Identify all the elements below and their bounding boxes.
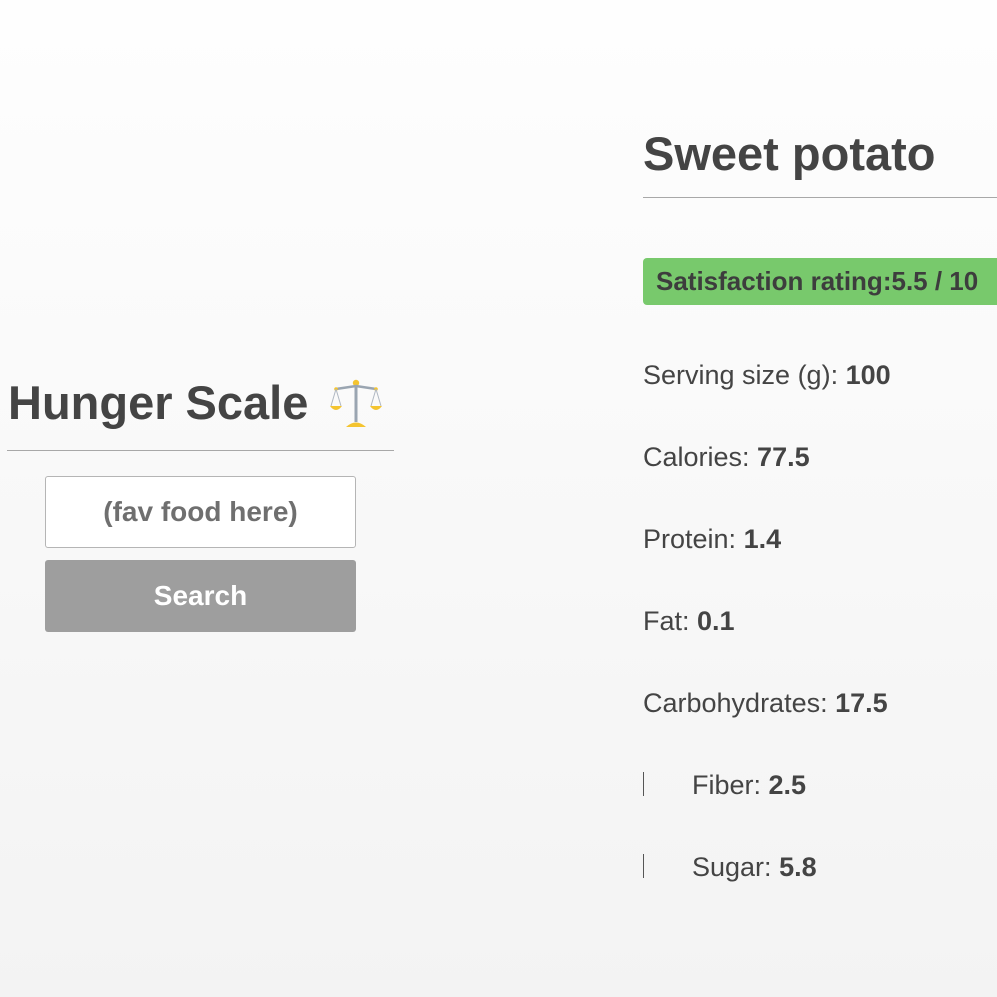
nutrition-value: 100 (845, 360, 891, 390)
nutrition-value: 77.5 (757, 442, 810, 472)
nutrition-label: Carbohydrates: (643, 688, 836, 718)
nutrition-label: Serving size (g): (643, 360, 846, 390)
rating-label: Satisfaction rating: (656, 266, 892, 296)
sub-item-indicator (643, 772, 644, 796)
rating-value: 5.5 / 10 (891, 266, 979, 296)
result-panel: Sweet potato Satisfaction rating:5.5 / 1… (643, 122, 997, 922)
search-button[interactable]: Search (45, 560, 356, 632)
sub-item-indicator (643, 854, 644, 878)
nutrition-item-protein: Protein: 1.4 (643, 524, 997, 606)
nutrition-label: Fiber: (692, 770, 769, 800)
food-search-input[interactable] (45, 476, 356, 548)
food-name: Sweet potato (643, 127, 936, 180)
nutrition-label: Calories: (643, 442, 758, 472)
nutrition-value: 0.1 (697, 606, 735, 636)
nutrition-item-fat: Fat: 0.1 (643, 606, 997, 688)
nutrition-value: 5.8 (779, 852, 817, 882)
nutrition-item-calories: Calories: 77.5 (643, 442, 997, 524)
food-divider (643, 197, 997, 198)
nutrition-item-fiber: Fiber: 2.5 (643, 770, 997, 852)
nutrition-value: 2.5 (768, 770, 807, 800)
search-panel: Hunger Scale Search (7, 370, 394, 632)
app-title: Hunger Scale (7, 370, 394, 436)
search-form: Search (45, 476, 356, 632)
nutrition-label: Fat: (643, 606, 698, 636)
nutrition-list: Serving size (g): 100 Calories: 77.5 Pro… (643, 360, 997, 922)
nutrition-item-carbohydrates: Carbohydrates: 17.5 (643, 688, 997, 770)
title-divider (7, 450, 394, 451)
nutrition-label: Protein: (643, 524, 744, 554)
nutrition-label: Sugar: (692, 852, 780, 882)
nutrition-item-serving-size: Serving size (g): 100 (643, 360, 997, 442)
balance-scale-icon (330, 379, 383, 427)
nutrition-value: 1.4 (743, 524, 782, 554)
app-title-text: Hunger Scale (8, 376, 309, 429)
nutrition-value: 17.5 (835, 688, 888, 718)
satisfaction-rating-badge: Satisfaction rating:5.5 / 10 (643, 258, 997, 305)
nutrition-item-sugar: Sugar: 5.8 (643, 852, 997, 922)
